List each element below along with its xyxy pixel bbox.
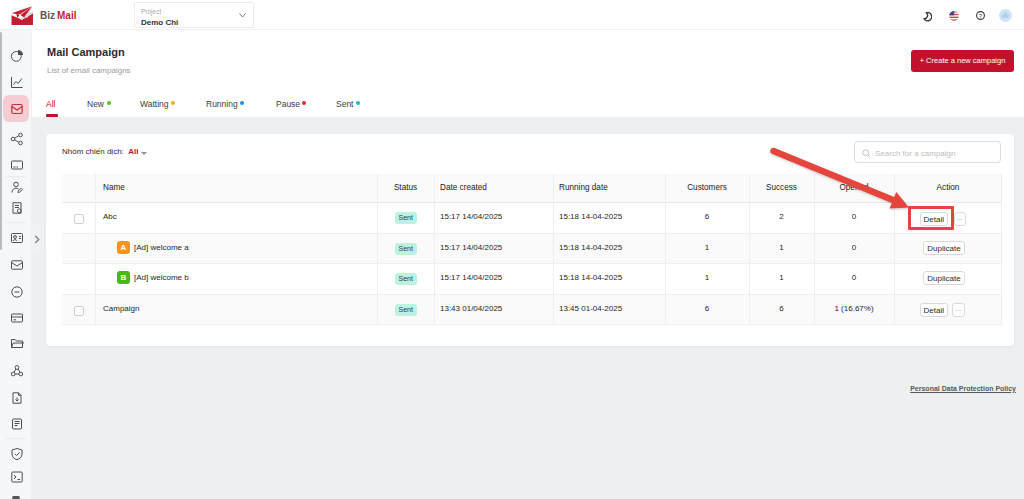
- svg-text:?: ?: [979, 13, 983, 19]
